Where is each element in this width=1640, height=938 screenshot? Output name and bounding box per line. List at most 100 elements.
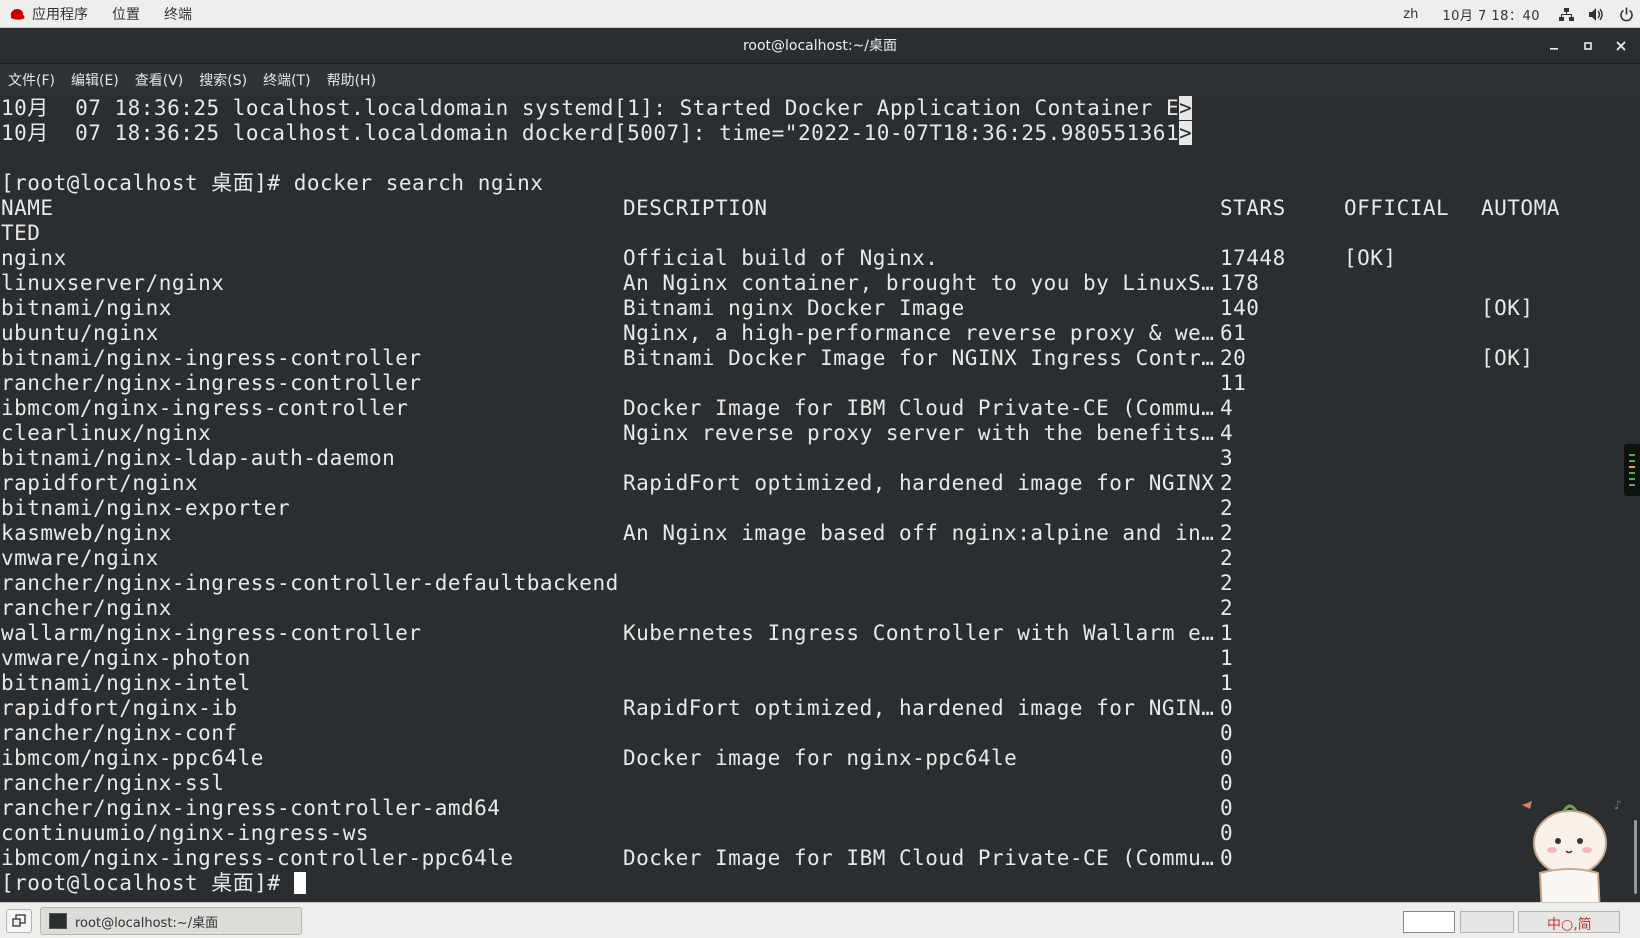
row-stars: 0 <box>1220 821 1234 845</box>
row-stars: 0 <box>1220 771 1234 795</box>
table-row: continuumio/nginx-ingress-ws 0 <box>1 821 1233 846</box>
minimize-icon[interactable] <box>1542 34 1566 58</box>
row-stars: 178 <box>1220 271 1260 295</box>
text-cursor <box>293 872 306 894</box>
input-language-indicator[interactable]: zh <box>1403 7 1418 22</box>
row-stars: 1 <box>1220 646 1234 670</box>
table-row: rancher/nginx-ingress-controller-default… <box>1 571 1233 596</box>
row-name: linuxserver/nginx <box>1 271 225 295</box>
table-row: rapidfort/nginx RapidFort optimized, hard… <box>1 471 1233 496</box>
clock[interactable]: 10月 7 18：40 <box>1442 5 1540 24</box>
maximize-icon[interactable] <box>1576 34 1600 58</box>
terminal-view[interactable]: 10月 07 18:36:25 localhost.localdomain sy… <box>0 96 1640 902</box>
window-title-bar[interactable]: root@localhost:~/桌面 <box>0 28 1640 64</box>
redhat-logo-icon[interactable] <box>8 7 26 21</box>
side-monitor-widget[interactable] <box>1624 444 1640 496</box>
header-description: DESCRIPTION <box>623 196 768 220</box>
prompt-text: [root@localhost 桌面]# <box>1 871 294 895</box>
svg-text:♪: ♪ <box>1614 798 1622 812</box>
row-automated: [OK] <box>1481 296 1534 320</box>
row-stars: 2 <box>1220 496 1234 520</box>
row-stars: 17448 <box>1220 246 1286 270</box>
bottom-taskbar: root@localhost:~/桌面 中○,简 <box>0 902 1640 938</box>
row-stars: 0 <box>1220 746 1234 770</box>
table-row: ibmcom/nginx-ingress-controller-ppc64le D… <box>1 846 1233 871</box>
row-name: vmware/nginx-photon <box>1 646 251 670</box>
table-row: vmware/nginx-photon 1 <box>1 646 1233 671</box>
table-row: kasmweb/nginx An Nginx image based off ng… <box>1 521 1233 546</box>
table-row: bitnami/nginx-ingress-controller Bitnami … <box>1 346 1533 371</box>
taskbar-window-label: root@localhost:~/桌面 <box>75 915 219 931</box>
row-description: Docker Image for IBM Cloud Private-CE (C… <box>623 846 1215 870</box>
menu-terminal[interactable]: 终端 <box>164 4 192 24</box>
show-desktop-icon[interactable] <box>6 909 32 933</box>
row-description: Official build of Nginx. <box>623 246 939 270</box>
table-row: rancher/nginx-ssl 0 <box>1 771 1233 796</box>
row-name: rancher/nginx-ingress-controller-amd64 <box>1 796 501 820</box>
menu-search[interactable]: 搜索(S) <box>199 70 247 90</box>
top-bar-left: 应用程序 位置 终端 <box>8 0 216 28</box>
top-bar: 应用程序 位置 终端 zh 10月 7 18：40 <box>0 0 1640 28</box>
menu-applications[interactable]: 应用程序 <box>32 4 88 24</box>
header-automated-wrap: TED <box>1 221 41 245</box>
menu-terminal-sub[interactable]: 终端(T) <box>263 70 310 90</box>
row-name: ibmcom/nginx-ingress-controller <box>1 396 409 420</box>
menu-view[interactable]: 查看(V) <box>135 70 184 90</box>
row-description: Docker image for nginx-ppc64le <box>623 746 1018 770</box>
table-row: ubuntu/nginx Nginx, a high-performance re… <box>1 321 1246 346</box>
row-name: bitnami/nginx-intel <box>1 671 251 695</box>
terminal-output: 10月 07 18:36:25 localhost.localdomain sy… <box>1 96 1559 896</box>
row-description: Kubernetes Ingress Controller with Walla… <box>623 621 1215 645</box>
overflow-marker: > <box>1179 96 1193 120</box>
row-stars: 1 <box>1220 671 1234 695</box>
row-name: rancher/nginx <box>1 596 172 620</box>
row-name: bitnami/nginx <box>1 296 172 320</box>
row-name: clearlinux/nginx <box>1 421 212 445</box>
row-stars: 3 <box>1220 446 1234 470</box>
row-name: bitnami/nginx-ldap-auth-daemon <box>1 446 396 470</box>
row-stars: 11 <box>1220 371 1247 395</box>
row-name: kasmweb/nginx <box>1 521 172 545</box>
workspace-2[interactable] <box>1460 911 1514 933</box>
row-description: RapidFort optimized, hardened image for … <box>623 696 1215 720</box>
table-row: bitnami/nginx Bitnami nginx Docker Image 1… <box>1 296 1533 321</box>
row-description: Bitnami nginx Docker Image <box>623 296 965 320</box>
menu-help[interactable]: 帮助(H) <box>327 70 376 90</box>
table-header-wrap: TED <box>1 221 1192 246</box>
power-icon[interactable] <box>1618 6 1634 22</box>
row-automated: [OK] <box>1481 346 1534 370</box>
network-icon[interactable] <box>1558 6 1574 22</box>
row-stars: 140 <box>1220 296 1260 320</box>
terminal-icon <box>49 913 67 929</box>
log-text: 10月 07 18:36:25 localhost.localdomain do… <box>1 121 1180 145</box>
row-description: Docker Image for IBM Cloud Private-CE (C… <box>623 396 1215 420</box>
workspace-3[interactable]: 中○,简 <box>1518 911 1620 933</box>
table-row: rancher/nginx-conf 0 <box>1 721 1233 746</box>
table-row: rapidfort/nginx-ib RapidFort optimized, h… <box>1 696 1233 721</box>
row-name: bitnami/nginx-ingress-controller <box>1 346 422 370</box>
row-stars: 2 <box>1220 571 1234 595</box>
scrollbar-thumb[interactable] <box>1634 820 1637 894</box>
command-line: [root@localhost 桌面]# docker search nginx <box>1 171 1192 196</box>
table-row: vmware/nginx 2 <box>1 546 1233 571</box>
row-stars: 0 <box>1220 696 1234 720</box>
menu-file[interactable]: 文件(F) <box>8 70 55 90</box>
row-stars: 2 <box>1220 596 1234 620</box>
menu-edit[interactable]: 编辑(E) <box>71 70 119 90</box>
row-name: rapidfort/nginx <box>1 471 199 495</box>
header-stars: STARS <box>1220 196 1286 220</box>
volume-icon[interactable] <box>1588 6 1604 22</box>
close-icon[interactable] <box>1609 34 1633 58</box>
taskbar-window-button[interactable]: root@localhost:~/桌面 <box>40 907 302 935</box>
row-name: nginx <box>1 246 67 270</box>
workspace-1[interactable] <box>1403 911 1455 933</box>
table-row: ibmcom/nginx-ingress-controller Docker Im… <box>1 396 1233 421</box>
row-stars: 4 <box>1220 396 1234 420</box>
header-official: OFFICIAL <box>1344 196 1450 220</box>
menu-places[interactable]: 位置 <box>112 4 140 24</box>
prompt-line: [root@localhost 桌面]# <box>1 871 1192 896</box>
row-stars: 4 <box>1220 421 1234 445</box>
terminal-scrollbar[interactable] <box>1630 96 1640 902</box>
table-row: clearlinux/nginx Nginx reverse proxy serv… <box>1 421 1233 446</box>
top-bar-right: zh 10月 7 18：40 <box>1403 0 1634 28</box>
